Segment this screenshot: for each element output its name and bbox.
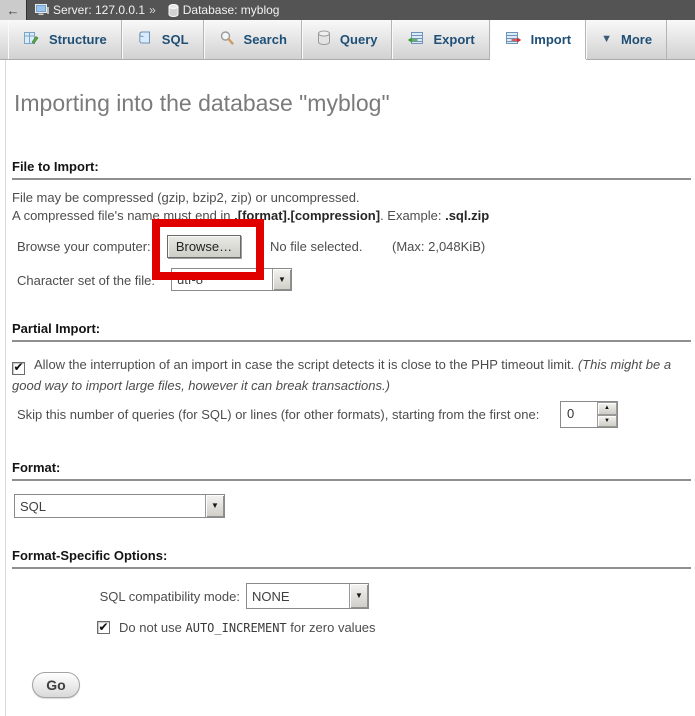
- go-button[interactable]: Go: [32, 672, 80, 698]
- tab-search-label: Search: [244, 32, 287, 47]
- allow-interruption-checkbox[interactable]: ✔: [12, 362, 25, 375]
- skip-queries-value: 0: [561, 402, 597, 427]
- section-title-partial-import: Partial Import:: [12, 321, 691, 342]
- search-icon: [219, 30, 235, 49]
- section-title-format-options: Format-Specific Options:: [12, 548, 691, 569]
- browse-button[interactable]: Browse…: [167, 235, 241, 258]
- charset-select[interactable]: utf-8 ▼: [171, 268, 292, 291]
- sql-compat-select[interactable]: NONE ▼: [246, 583, 369, 609]
- skip-queries-input[interactable]: 0 ▲ ▼: [560, 401, 618, 428]
- import-icon: [505, 30, 522, 49]
- sql-compat-select-arrow[interactable]: ▼: [349, 584, 368, 608]
- tab-sql-label: SQL: [162, 32, 189, 47]
- file-info-line1: File may be compressed (gzip, bzip2, zip…: [12, 190, 360, 205]
- back-button[interactable]: ←: [0, 0, 27, 20]
- sql-icon: [137, 30, 153, 49]
- autoinc-text: Do not use AUTO_INCREMENT for zero value…: [119, 620, 376, 635]
- charset-select-arrow[interactable]: ▼: [272, 269, 291, 290]
- breadcrumb-bar: ← Server: 127.0.0.1 » Database: myblog: [0, 0, 695, 20]
- file-status: No file selected.: [270, 239, 363, 254]
- tab-query[interactable]: Query: [302, 20, 393, 59]
- autoinc-option: ✔ Do not use AUTO_INCREMENT for zero val…: [97, 620, 376, 635]
- tab-more[interactable]: ▼ More: [586, 20, 667, 59]
- tab-query-label: Query: [340, 32, 378, 47]
- max-size: (Max: 2,048KiB): [392, 239, 485, 254]
- tab-bar: Structure SQL Search: [0, 20, 695, 60]
- spinner-up-icon: ▲: [604, 405, 610, 411]
- dropdown-arrow-icon: ▼: [211, 502, 219, 510]
- back-arrow-icon: ←: [7, 3, 20, 18]
- breadcrumb-database[interactable]: Database: myblog: [183, 3, 280, 17]
- chevron-down-icon: ▼: [601, 34, 612, 45]
- dropdown-arrow-icon: ▼: [278, 276, 286, 284]
- query-icon: [317, 30, 331, 49]
- tab-structure[interactable]: Structure: [8, 20, 122, 59]
- dropdown-arrow-icon: ▼: [355, 592, 363, 600]
- checkmark-icon: ✔: [13, 361, 23, 373]
- tab-more-label: More: [621, 32, 652, 47]
- checkmark-icon: ✔: [98, 621, 108, 633]
- skip-queries-label: Skip this number of queries (for SQL) or…: [17, 407, 539, 422]
- section-title-format: Format:: [12, 460, 691, 481]
- phpmyadmin-import-page: ← Server: 127.0.0.1 » Database: myblog: [0, 0, 695, 716]
- sql-compat-label: SQL compatibility mode:: [88, 589, 240, 604]
- format-select[interactable]: SQL ▼: [14, 494, 225, 518]
- spinner-down-button[interactable]: ▼: [597, 415, 617, 428]
- browse-label: Browse your computer:: [17, 239, 151, 254]
- page-title: Importing into the database "myblog": [14, 90, 390, 117]
- format-select-value: SQL: [15, 495, 205, 517]
- tab-sql[interactable]: SQL: [122, 20, 204, 59]
- autoinc-checkbox[interactable]: ✔: [97, 621, 110, 634]
- breadcrumb-server[interactable]: Server: 127.0.0.1: [53, 3, 145, 17]
- server-icon: [35, 4, 49, 17]
- spinner-down-icon: ▼: [604, 418, 610, 424]
- section-title-file-to-import: File to Import:: [12, 159, 691, 180]
- tab-import-label: Import: [531, 32, 571, 47]
- charset-label: Character set of the file:: [17, 273, 155, 288]
- tab-import[interactable]: Import: [490, 20, 586, 59]
- allow-interruption-text: Allow the interruption of an import in c…: [34, 357, 578, 372]
- spinner-up-button[interactable]: ▲: [597, 402, 617, 415]
- format-select-arrow[interactable]: ▼: [205, 495, 224, 517]
- database-icon: [168, 4, 179, 17]
- tab-structure-label: Structure: [49, 32, 107, 47]
- breadcrumb-separator: »: [149, 3, 156, 17]
- page-left-border: [5, 60, 6, 716]
- tab-search[interactable]: Search: [204, 20, 302, 59]
- tab-export-label: Export: [433, 32, 474, 47]
- tab-export[interactable]: Export: [392, 20, 489, 59]
- partial-import-option: ✔ Allow the interruption of an import in …: [12, 354, 688, 396]
- export-icon: [407, 30, 424, 49]
- sql-compat-select-value: NONE: [247, 584, 349, 608]
- structure-icon: [23, 30, 40, 49]
- file-info-line2: A compressed file's name must end in .[f…: [12, 208, 489, 223]
- charset-select-value: utf-8: [172, 269, 272, 290]
